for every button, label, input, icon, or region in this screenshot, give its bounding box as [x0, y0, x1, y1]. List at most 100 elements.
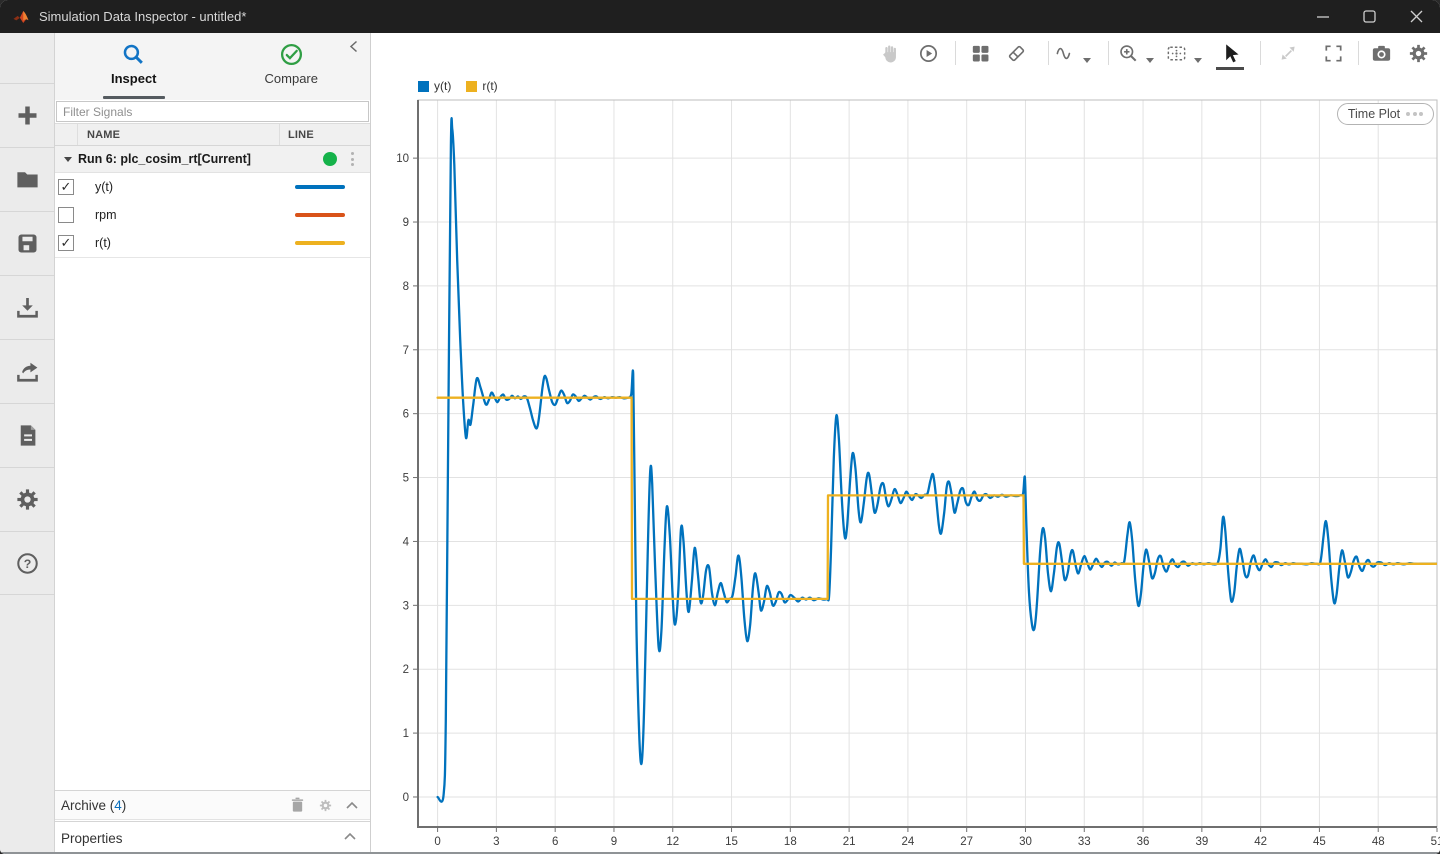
- svg-text:51: 51: [1431, 836, 1440, 848]
- svg-text:9: 9: [403, 217, 409, 229]
- selected-tool-underline: [1216, 67, 1244, 70]
- export-button[interactable]: [0, 339, 54, 403]
- svg-text:39: 39: [1195, 836, 1208, 848]
- svg-text:0: 0: [403, 792, 409, 804]
- column-header-line[interactable]: LINE: [280, 124, 370, 145]
- chevron-up-icon[interactable]: [346, 801, 358, 809]
- signal-checkbox[interactable]: ✓: [58, 179, 74, 195]
- run-label: Run 6: plc_cosim_rt[Current]: [78, 152, 251, 166]
- help-button[interactable]: ?: [0, 531, 54, 595]
- svg-text:48: 48: [1372, 836, 1385, 848]
- chevron-up-icon[interactable]: [344, 832, 356, 840]
- folder-icon: [14, 166, 41, 193]
- fit-dropdown-caret-icon[interactable]: [1194, 50, 1202, 68]
- run-row[interactable]: Run 6: plc_cosim_rt[Current]: [55, 146, 370, 173]
- archive-section-header[interactable]: Archive (4): [55, 790, 370, 820]
- signal-line-swatch[interactable]: [295, 241, 345, 245]
- signal-name: r(t): [95, 236, 111, 250]
- signal-name: rpm: [95, 208, 117, 222]
- close-button[interactable]: [1393, 0, 1440, 33]
- svg-text:5: 5: [403, 473, 409, 485]
- properties-label: Properties: [61, 831, 123, 846]
- legend-item[interactable]: y(t): [418, 79, 451, 93]
- svg-text:24: 24: [902, 836, 915, 848]
- app-window: Simulation Data Inspector - untitled*: [0, 0, 1440, 854]
- signal-row[interactable]: ✓ r(t): [55, 229, 370, 257]
- replay-icon[interactable]: [916, 40, 940, 66]
- svg-text:?: ?: [23, 557, 31, 571]
- create-report-button[interactable]: [0, 403, 54, 467]
- clear-eraser-icon[interactable]: [1004, 40, 1028, 66]
- select-cursor-icon[interactable]: [1218, 40, 1242, 66]
- plot-options-icon[interactable]: [1406, 112, 1423, 116]
- zoom-dropdown-caret-icon[interactable]: [1146, 50, 1154, 68]
- svg-text:21: 21: [843, 836, 856, 848]
- svg-text:2: 2: [403, 664, 409, 676]
- panel-tabs: Inspect Compare: [55, 33, 370, 100]
- filter-signals-input[interactable]: [56, 101, 369, 122]
- title-bar: Simulation Data Inspector - untitled*: [0, 0, 1440, 33]
- signal-wave-icon[interactable]: [1053, 40, 1077, 66]
- svg-text:7: 7: [403, 345, 409, 357]
- run-menu-icon[interactable]: [348, 149, 357, 169]
- svg-text:1: 1: [403, 728, 409, 740]
- fullscreen-icon[interactable]: [1321, 40, 1345, 66]
- svg-text:12: 12: [666, 836, 679, 848]
- signal-row[interactable]: ✓ y(t): [55, 173, 370, 201]
- expand-plot-icon: [1276, 40, 1300, 66]
- collapse-run-icon[interactable]: [64, 157, 72, 162]
- zoom-in-icon[interactable]: [1116, 40, 1140, 66]
- archive-count: 4: [114, 798, 122, 813]
- legend-item[interactable]: r(t): [466, 79, 497, 93]
- wave-dropdown-caret-icon[interactable]: [1083, 50, 1091, 68]
- collapse-panel-icon[interactable]: [349, 40, 358, 58]
- snapshot-camera-icon[interactable]: [1369, 40, 1393, 66]
- matlab-logo-icon: [12, 8, 30, 26]
- plus-icon: [14, 102, 41, 129]
- fit-to-view-icon[interactable]: [1164, 40, 1188, 66]
- svg-text:42: 42: [1254, 836, 1267, 848]
- svg-text:6: 6: [552, 836, 558, 848]
- gear-icon: [14, 486, 41, 513]
- properties-section-header[interactable]: Properties: [55, 821, 370, 854]
- archive-settings-gear-icon[interactable]: [318, 798, 333, 813]
- document-icon: [14, 422, 41, 449]
- signal-checkbox[interactable]: [58, 207, 74, 223]
- signal-list: ✓ y(t) rpm ✓ r(t): [55, 173, 370, 258]
- run-status-dot: [323, 152, 337, 166]
- plot-settings-gear-icon[interactable]: [1406, 40, 1430, 66]
- signal-row[interactable]: rpm: [55, 201, 370, 229]
- column-header-checkbox: [55, 124, 78, 145]
- signal-line-swatch[interactable]: [295, 213, 345, 217]
- svg-text:9: 9: [611, 836, 617, 848]
- svg-text:0: 0: [434, 836, 440, 848]
- signals-panel: Inspect Compare NAME LINE Run 6: plc_cos…: [55, 33, 371, 854]
- window-title: Simulation Data Inspector - untitled*: [39, 9, 246, 24]
- signal-checkbox[interactable]: ✓: [58, 235, 74, 251]
- open-button[interactable]: [0, 147, 54, 211]
- svg-text:30: 30: [1019, 836, 1032, 848]
- tab-inspect-label: Inspect: [111, 71, 157, 86]
- minimize-button[interactable]: [1299, 0, 1346, 33]
- time-plot-chart[interactable]: 0369121518212427303336394245485101234567…: [385, 95, 1440, 852]
- add-run-button[interactable]: [0, 83, 54, 147]
- tab-inspect[interactable]: Inspect: [55, 33, 213, 100]
- subplot-layout-icon[interactable]: [968, 40, 992, 66]
- tab-compare[interactable]: Compare: [213, 33, 371, 100]
- maximize-button[interactable]: [1346, 0, 1393, 33]
- window-controls: [1299, 0, 1440, 33]
- column-header-name[interactable]: NAME: [78, 124, 280, 145]
- export-icon: [14, 358, 41, 385]
- magnifier-icon: [121, 42, 146, 67]
- svg-text:4: 4: [403, 536, 410, 548]
- trash-icon[interactable]: [290, 797, 305, 813]
- signal-line-swatch[interactable]: [295, 185, 345, 189]
- import-button[interactable]: [0, 275, 54, 339]
- legend-swatch: [418, 81, 429, 92]
- svg-text:3: 3: [493, 836, 499, 848]
- save-button[interactable]: [0, 211, 54, 275]
- svg-text:45: 45: [1313, 836, 1326, 848]
- preferences-button[interactable]: [0, 467, 54, 531]
- time-plot-badge[interactable]: Time Plot: [1337, 103, 1434, 125]
- help-icon: ?: [14, 550, 41, 577]
